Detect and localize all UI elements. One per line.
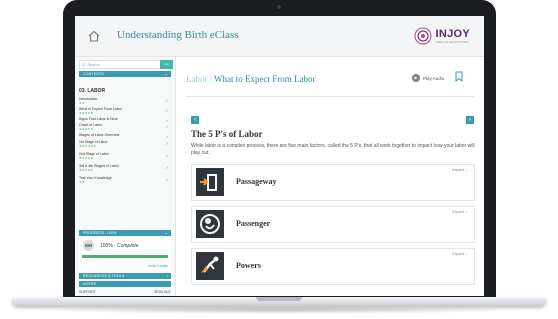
lesson-item[interactable]: 1st Stage of Labor ★★★★★★ ✓ (79, 140, 171, 149)
page-title: What to Expect From Labor (214, 74, 316, 84)
check-icon: ✓ (165, 124, 169, 129)
passenger-card[interactable]: Passenger Expand ⌄ (191, 206, 475, 243)
chevron-right-icon: › (166, 273, 168, 278)
base-notch (256, 297, 302, 301)
app-screen: Understanding Birth eClass INJOY HEALTH … (75, 16, 484, 296)
baby-icon (196, 210, 224, 238)
search-placeholder: Q. Search (82, 62, 101, 67)
lesson-stars: ★★ (79, 101, 85, 105)
next-page-button[interactable]: › (466, 116, 474, 124)
chapter-title: 03. LABOR (79, 88, 106, 94)
lesson-item[interactable]: 2nd Stage of Labor ★★★★★ ✓ (79, 152, 171, 161)
door-arrow-icon (196, 168, 224, 196)
sidebar: Q. Search Go CONTENTS ⌄ 03. LABOR Introd… (75, 57, 176, 296)
superhero-icon (196, 252, 224, 280)
lesson-stars: ★★★★★ (79, 168, 94, 172)
lesson-label: Stages of Labor Overview (79, 133, 120, 137)
play-audio-button[interactable]: ▶ Play Audio (412, 74, 444, 82)
play-icon: ▶ (412, 74, 420, 82)
injoy-logo: INJOY HEALTH EDUCATION (414, 25, 470, 47)
show-details-link[interactable]: Show Details (148, 264, 168, 268)
resources-header[interactable]: RESOURCES & TOOLS › (79, 273, 171, 279)
contents-label: CONTENTS (83, 72, 104, 76)
chevron-down-icon: ⌄ (164, 71, 168, 76)
expand-toggle[interactable]: Expand ⌄ (452, 210, 468, 214)
home-icon[interactable] (87, 29, 101, 43)
check-icon: ✓ (165, 153, 169, 158)
lesson-stars: ★★★★★ (79, 127, 94, 131)
bookmark-icon[interactable] (455, 71, 463, 82)
breadcrumb: Labor / What to Expect From Labor (186, 74, 316, 84)
check-icon: ✓ (165, 141, 169, 146)
card-title: Powers (236, 261, 261, 270)
contents-header[interactable]: CONTENTS ⌄ (79, 71, 171, 77)
search-button[interactable]: Go (160, 60, 173, 69)
lesson-stars: ★★★★★★ (79, 144, 97, 148)
header-divider (186, 96, 474, 97)
check-icon: ✓ (165, 134, 169, 139)
resources-label: RESOURCES & TOOLS (83, 274, 125, 278)
sign-out-link[interactable]: SIGN OUT (154, 290, 171, 294)
notes-label: NOTES (83, 282, 97, 286)
powers-card[interactable]: Powers Expand ⌄ (191, 248, 475, 285)
lesson-item[interactable]: Introduction ★★ ✓ (79, 97, 171, 106)
webcam (277, 5, 281, 9)
support-link[interactable]: SUPPORT (79, 290, 96, 294)
logo-subtitle: HEALTH EDUCATION (435, 39, 469, 44)
check-icon: ✓ (165, 98, 169, 103)
card-title: Passenger (236, 219, 271, 228)
laptop-shadow (30, 306, 528, 314)
section-heading: The 5 P's of Labor (191, 129, 263, 139)
lesson-item[interactable]: Test Your Knowledge ★★ ✓ (79, 176, 171, 185)
avatar: EM (83, 240, 94, 251)
main-content: Labor / What to Expect From Labor ▶ Play A… (176, 57, 484, 296)
breadcrumb-separator: / (209, 74, 213, 84)
laptop-base (12, 297, 546, 306)
expand-toggle[interactable]: Expand ⌄ (452, 168, 468, 172)
logo-word: INJOY (435, 27, 470, 40)
lesson-stars: ★★ (79, 180, 85, 184)
progress-percent: 100% (100, 243, 113, 249)
progress-status: Complete (117, 243, 139, 249)
progress-label: PROGRESS: 100% (83, 231, 117, 235)
passageway-card[interactable]: Passageway Expand ⌄ (191, 164, 475, 201)
search-input[interactable]: Q. Search Go (79, 60, 173, 69)
lesson-stars: ★★★★★ (79, 156, 94, 160)
expand-toggle[interactable]: Expand ⌄ (452, 252, 468, 256)
card-title: Passageway (236, 177, 277, 186)
app-title: Understanding Birth eClass (117, 29, 239, 41)
breadcrumb-section[interactable]: Labor (186, 74, 208, 84)
intro-text: While labor is a complex process, there … (191, 143, 475, 156)
lesson-label: Signs That Labor Is Near (79, 117, 118, 121)
logo-mark-icon (414, 27, 432, 45)
notes-header[interactable]: NOTES (79, 281, 171, 287)
check-icon: ✓ (165, 108, 169, 113)
lesson-item[interactable]: 3rd & 4th Stages of Labor ★★★★★ ✓ (79, 164, 171, 173)
previous-page-button[interactable]: ‹ (191, 116, 199, 124)
chevron-down-icon: ⌄ (164, 230, 168, 235)
play-audio-label: Play Audio (423, 75, 445, 81)
progress-header[interactable]: PROGRESS: 100% ⌄ (79, 230, 171, 236)
lesson-stars: ★★★★★ (79, 111, 94, 115)
check-icon: ✓ (165, 177, 169, 182)
lesson-item[interactable]: What to Expect From Labor ★★★★★ ✓ (79, 107, 171, 116)
progress-bar (82, 255, 168, 258)
check-icon: ✓ (165, 165, 169, 170)
app-header: Understanding Birth eClass INJOY HEALTH … (75, 16, 484, 57)
lesson-item[interactable]: Onset of Labor ★★★★★ ✓ (79, 123, 171, 132)
